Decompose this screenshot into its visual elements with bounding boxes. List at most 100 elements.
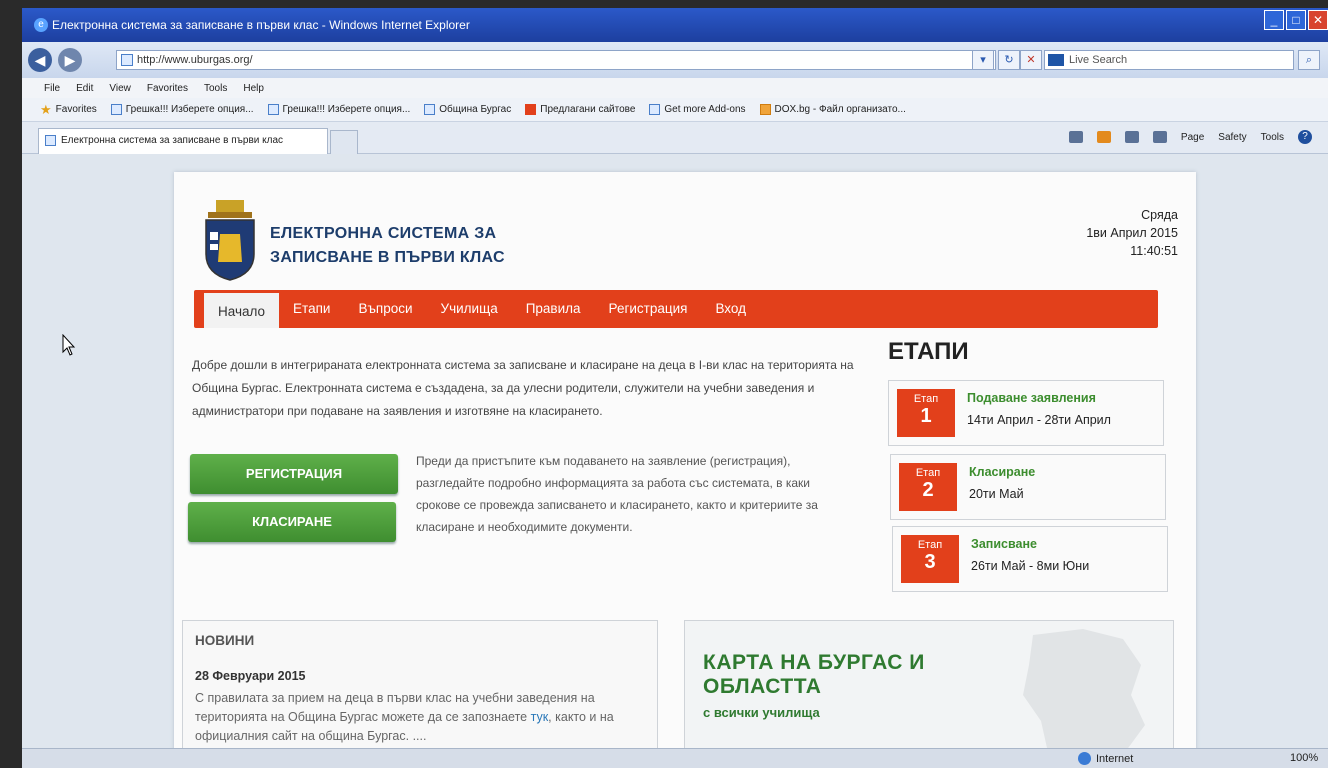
stage-card-1[interactable]: Етап 1 Подаване заявления 14ти Април - 2…	[888, 380, 1164, 446]
stage-badge: Етап 2	[899, 463, 957, 511]
search-placeholder: Live Search	[1069, 54, 1128, 66]
map-title: КАРТА НА БУРГАС И ОБЛАСТТА	[703, 651, 925, 699]
favorite-link-6[interactable]: DOX.bg - Файл организато...	[759, 104, 906, 115]
favorite-label: Get more Add-ons	[664, 104, 746, 115]
stage-number: 1	[920, 405, 932, 427]
page-icon	[110, 104, 122, 115]
site-title-line1: ЕЛЕКТРОННА СИСТЕМА ЗА	[270, 225, 497, 242]
time: 11:40:51	[1130, 244, 1178, 258]
news-panel: НОВИНИ 28 Февруари 2015 С правилата за п…	[182, 620, 658, 768]
page-icon	[267, 104, 279, 115]
back-button[interactable]: ◀	[28, 48, 52, 72]
nav-registration[interactable]: Регистрация	[595, 290, 702, 328]
nav-questions[interactable]: Въпроси	[344, 290, 426, 328]
favorite-link-3[interactable]: Община Бургас	[424, 104, 511, 115]
page-viewport: ЕЛЕКТРОННА СИСТЕМА ЗА ЗАПИСВАНЕ В ПЪРВИ …	[22, 154, 1328, 768]
nav-rules[interactable]: Правила	[512, 290, 595, 328]
suggested-sites-icon	[525, 104, 537, 115]
stage-label: Етап	[917, 539, 943, 551]
home-icon[interactable]	[1068, 131, 1083, 143]
menu-tools[interactable]: Tools	[204, 83, 227, 94]
command-bar: Page Safety Tools ?	[1068, 130, 1312, 144]
favorite-link-1[interactable]: Грешка!!! Изберете опция...	[110, 104, 254, 115]
refresh-button[interactable]: ↻	[998, 50, 1020, 70]
stage-dates: 26ти Май - 8ми Юни	[971, 559, 1090, 573]
menu-help[interactable]: Help	[243, 83, 264, 94]
stage-badge: Етап 3	[901, 535, 959, 583]
ie-icon: e	[34, 18, 48, 32]
nav-home[interactable]: Начало	[204, 290, 280, 328]
intro-text: Добре дошли в интегрираната електронната…	[192, 358, 854, 418]
stage-number: 3	[924, 551, 936, 573]
favorite-label: Предлагани сайтове	[540, 104, 636, 115]
favorite-label: DOX.bg - Файл организато...	[774, 104, 906, 115]
day: Сряда	[1141, 208, 1178, 222]
stage-title: Класиране	[969, 465, 1036, 479]
address-dropdown-icon[interactable]: ▾	[972, 50, 994, 70]
address-bar[interactable]: http://www.uburgas.org/	[116, 50, 996, 70]
stage-title: Подаване заявления	[967, 391, 1096, 405]
minimize-button[interactable]: _	[1264, 10, 1284, 30]
zone-label: Internet	[1096, 752, 1134, 765]
mail-icon[interactable]	[1124, 131, 1139, 143]
menu-favorites[interactable]: Favorites	[147, 83, 188, 94]
news-link[interactable]: тук	[531, 710, 549, 724]
print-icon[interactable]	[1152, 131, 1167, 143]
address-url: http://www.uburgas.org/	[137, 54, 253, 66]
site-title-line2: ЗАПИСВАНЕ В ПЪРВИ КЛАС	[270, 249, 505, 266]
help-icon[interactable]: ?	[1298, 130, 1312, 144]
site-container: ЕЛЕКТРОННА СИСТЕМА ЗА ЗАПИСВАНЕ В ПЪРВИ …	[174, 172, 1196, 768]
ranking-button[interactable]: КЛАСИРАНЕ	[188, 502, 396, 542]
safety-menu[interactable]: Safety	[1218, 132, 1246, 143]
stage-card-3[interactable]: Етап 3 Записване 26ти Май - 8ми Юни	[892, 526, 1168, 592]
status-bar: Internet 100%	[22, 748, 1328, 768]
map-subtitle: с всички училища	[703, 705, 820, 720]
favorite-link-2[interactable]: Грешка!!! Изберете опция...	[267, 104, 410, 115]
stage-title: Записване	[971, 537, 1037, 551]
search-input[interactable]: Live Search	[1044, 50, 1294, 70]
nav-stages[interactable]: Етапи	[279, 290, 344, 328]
page-icon	[649, 104, 661, 115]
stage-card-2[interactable]: Етап 2 Класиране 20ти Май	[890, 454, 1166, 520]
stage-label: Етап	[915, 467, 941, 479]
feeds-icon[interactable]	[1096, 131, 1111, 143]
tab-active[interactable]: Електронна система за записване в първи …	[38, 128, 328, 154]
side-info-text: Преди да пристъпите към подаването на за…	[416, 454, 818, 534]
favorites-label: Favorites	[55, 104, 97, 115]
favorite-link-5[interactable]: Get more Add-ons	[649, 104, 746, 115]
burgas-crest-logo	[205, 200, 255, 281]
nav-schools[interactable]: Училища	[427, 290, 512, 328]
menu-view[interactable]: View	[109, 83, 131, 94]
page-menu[interactable]: Page	[1181, 132, 1204, 143]
favorite-link-4[interactable]: Предлагани сайтове	[525, 104, 635, 115]
date: 1ви Април 2015	[1086, 226, 1178, 240]
favorites-button[interactable]: ★ Favorites	[40, 102, 97, 118]
close-button[interactable]: ✕	[1308, 10, 1328, 30]
stage-label: Етап	[913, 393, 939, 405]
stage-dates: 14ти Април - 28ти Април	[967, 413, 1111, 427]
new-tab-button[interactable]	[330, 130, 358, 154]
window-title: Електронна система за записване в първи …	[52, 18, 470, 32]
tab-title: Електронна система за записване в първи …	[61, 135, 284, 146]
stop-button[interactable]: ✕	[1020, 50, 1042, 70]
register-button[interactable]: РЕГИСТРАЦИЯ	[190, 454, 398, 494]
mouse-cursor-icon	[62, 334, 76, 356]
zoom-level[interactable]: 100%	[1290, 752, 1318, 764]
tools-menu[interactable]: Tools	[1261, 132, 1284, 143]
stage-badge: Етап 1	[897, 389, 955, 437]
folder-icon	[759, 104, 771, 115]
nav-login[interactable]: Вход	[701, 290, 760, 328]
favorites-bar: ★ Favorites Грешка!!! Изберете опция... Г…	[22, 98, 1328, 122]
menu-file[interactable]: File	[44, 83, 60, 94]
map-panel[interactable]: КАРТА НА БУРГАС И ОБЛАСТТА с всички учил…	[684, 620, 1174, 768]
maximize-button[interactable]: □	[1286, 10, 1306, 30]
forward-button[interactable]: ▶	[58, 48, 82, 72]
region-map-graphic	[1023, 629, 1145, 768]
search-icon[interactable]: ⌕	[1298, 50, 1320, 70]
datetime: Сряда 1ви Април 2015 11:40:51	[1086, 206, 1178, 260]
news-heading: НОВИНИ	[195, 633, 255, 648]
news-text: С правилата за прием на деца в първи кла…	[195, 689, 651, 746]
stage-dates: 20ти Май	[969, 487, 1024, 501]
menu-edit[interactable]: Edit	[76, 83, 93, 94]
favorite-label: Грешка!!! Изберете опция...	[125, 104, 254, 115]
